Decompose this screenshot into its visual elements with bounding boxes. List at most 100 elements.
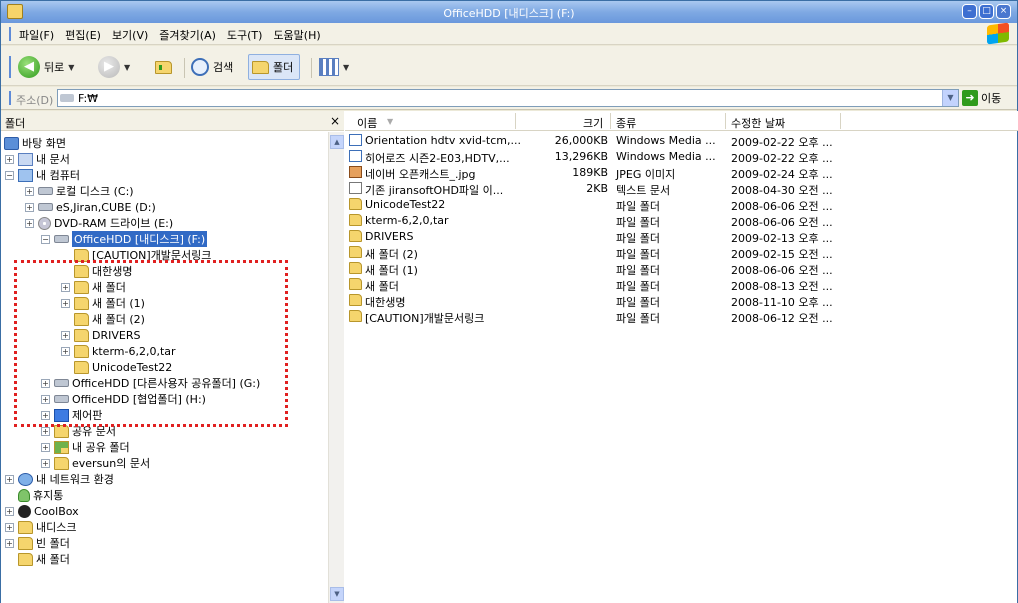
tree-item[interactable]: 새 폴더 xyxy=(5,551,70,567)
go-button[interactable]: ➜ 이동 xyxy=(962,90,1001,106)
tree-item[interactable]: + 내 문서 xyxy=(5,151,70,167)
tree-item[interactable]: + DVD-RAM 드라이브 (E:) xyxy=(25,215,173,231)
expand-icon[interactable]: + xyxy=(5,506,14,516)
coolbox-icon xyxy=(18,504,31,518)
menu-edit[interactable]: 편집(E) xyxy=(65,27,101,43)
expand-icon[interactable]: + xyxy=(41,442,50,452)
search-button[interactable]: 검색 xyxy=(191,54,233,80)
scroll-down-icon[interactable]: ▼ xyxy=(330,587,344,601)
tree-item[interactable]: + eversun의 문서 xyxy=(41,455,150,471)
file-row[interactable]: kterm-6,2,0,tar 파일 폴더 2008-06-06 오전 ... xyxy=(345,213,1018,229)
tree-item[interactable]: + 로컬 디스크 (C:) xyxy=(25,183,134,199)
tree-scrollbar[interactable]: ▲ ▼ xyxy=(328,132,344,603)
expand-icon[interactable]: + xyxy=(5,154,14,164)
file-row[interactable]: UnicodeTest22 파일 폴더 2008-06-06 오전 ... xyxy=(345,197,1018,213)
jpeg-file-icon xyxy=(349,166,362,178)
tree-item-label: 새 폴더 xyxy=(36,553,70,566)
tree-item-label: 휴지통 xyxy=(33,489,64,502)
file-name: [CAUTION]개발문서링크 xyxy=(365,312,485,325)
expand-icon[interactable]: + xyxy=(5,522,14,532)
tree-item[interactable]: 휴지통 xyxy=(5,487,63,503)
my-computer-icon xyxy=(18,168,33,182)
file-date: 2009-02-13 오후 ... xyxy=(731,232,833,245)
tree-item[interactable]: + 내디스크 xyxy=(5,519,76,535)
file-row[interactable]: Orientation hdtv xvid-tcm,... 26,000KB Win… xyxy=(345,133,1018,149)
file-row[interactable]: [CAUTION]개발문서링크 파일 폴더 2008-06-12 오전 ... xyxy=(345,309,1018,325)
menu-help[interactable]: 도움말(H) xyxy=(273,27,320,43)
file-row[interactable]: 새 폴더 (1) 파일 폴더 2008-06-06 오전 ... xyxy=(345,261,1018,277)
file-row[interactable]: DRIVERS 파일 폴더 2009-02-13 오후 ... xyxy=(345,229,1018,245)
file-type: 파일 폴더 xyxy=(616,248,660,261)
menu-view[interactable]: 보기(V) xyxy=(112,27,148,43)
menu-file[interactable]: 파일(F) xyxy=(19,27,54,43)
tree-item[interactable]: + CoolBox xyxy=(5,503,79,519)
file-row[interactable]: 기존 jiransoftOHD파일 이... 2KB 텍스트 문서 2008-04-3… xyxy=(345,181,1018,197)
back-arrow-icon: ◀ xyxy=(18,56,40,78)
folder-icon xyxy=(349,230,362,242)
folders-button[interactable]: 폴더 xyxy=(248,54,301,80)
up-folder-button[interactable] xyxy=(155,54,172,80)
tree-item-label: 내 컴퓨터 xyxy=(36,169,80,182)
forward-button[interactable]: ▶ ▼ xyxy=(98,54,130,80)
file-date: 2009-02-15 오전 ... xyxy=(731,248,833,261)
tree-item[interactable]: + 빈 폴더 xyxy=(5,535,70,551)
cd-drive-icon xyxy=(38,216,51,230)
menu-tools[interactable]: 도구(T) xyxy=(227,27,263,43)
tree-item[interactable]: − 내 컴퓨터 xyxy=(5,167,80,183)
tree-item[interactable]: + 내 네트워크 환경 xyxy=(5,471,114,487)
title-bar[interactable]: OfficeHDD [내디스크] (F:) – □ × xyxy=(1,1,1017,23)
back-button[interactable]: ◀ 뒤로 ▼ xyxy=(18,54,74,80)
collapse-icon[interactable]: − xyxy=(41,234,50,244)
tree-item[interactable]: + eS,Jiran,CUBE (D:) xyxy=(25,199,156,215)
file-size: 189KB xyxy=(572,166,608,179)
network-icon xyxy=(18,472,33,486)
expand-icon[interactable]: + xyxy=(41,458,50,468)
menu-grip xyxy=(9,27,11,41)
file-size: 13,296KB xyxy=(554,150,608,163)
folder-icon xyxy=(18,552,33,566)
maximize-button[interactable]: □ xyxy=(979,4,994,19)
expand-icon[interactable]: + xyxy=(5,538,14,548)
close-pane-icon[interactable]: × xyxy=(330,114,340,128)
column-name[interactable]: 이름 xyxy=(357,115,377,131)
file-type: 파일 폴더 xyxy=(616,312,660,325)
expand-icon[interactable]: + xyxy=(25,186,34,196)
file-date: 2008-11-10 오후 ... xyxy=(731,296,833,309)
tree-item[interactable]: 바탕 화면 xyxy=(4,135,66,151)
column-type[interactable]: 종류 xyxy=(616,115,636,131)
expand-icon[interactable]: + xyxy=(25,218,34,228)
address-field[interactable]: F:₩ ▼ xyxy=(57,89,959,107)
minimize-button[interactable]: – xyxy=(962,4,977,19)
views-button[interactable]: ▼ xyxy=(319,54,349,80)
address-dropdown-icon[interactable]: ▼ xyxy=(942,90,958,106)
column-date[interactable]: 수정한 날짜 xyxy=(731,115,785,131)
expand-icon[interactable]: + xyxy=(41,426,50,436)
close-button[interactable]: × xyxy=(996,4,1011,19)
file-date: 2009-02-22 오후 ... xyxy=(731,136,833,149)
column-divider[interactable] xyxy=(515,113,516,129)
file-name: 네이버 오픈캐스트_.jpg xyxy=(365,168,476,181)
tree-item-selected[interactable]: − OfficeHDD [내디스크] (F:) xyxy=(41,231,208,247)
scroll-up-icon[interactable]: ▲ xyxy=(330,135,344,149)
file-row[interactable]: 대한생명 파일 폴더 2008-11-10 오후 ... xyxy=(345,293,1018,309)
column-divider[interactable] xyxy=(725,113,726,129)
toolbar-grip xyxy=(9,56,11,78)
forward-dropdown-icon[interactable]: ▼ xyxy=(124,63,130,72)
menu-favorites[interactable]: 즐겨찾기(A) xyxy=(159,27,216,43)
column-divider[interactable] xyxy=(840,113,841,129)
file-row[interactable]: 네이버 오픈캐스트_.jpg 189KB JPEG 이미지 2009-02-24 오후… xyxy=(345,165,1018,181)
file-row[interactable]: 새 폴더 (2) 파일 폴더 2009-02-15 오전 ... xyxy=(345,245,1018,261)
column-divider[interactable] xyxy=(610,113,611,129)
file-row[interactable]: 새 폴더 파일 폴더 2008-08-13 오전 ... xyxy=(345,277,1018,293)
back-dropdown-icon[interactable]: ▼ xyxy=(68,63,74,72)
tree-item[interactable]: + 내 공유 폴더 xyxy=(41,439,130,455)
file-row[interactable]: 히어로즈 시즌2-E03,HDTV,... 13,296KB Windows Med… xyxy=(345,149,1018,165)
expand-icon[interactable]: + xyxy=(5,474,14,484)
address-path[interactable]: F:₩ xyxy=(78,92,98,105)
expand-icon[interactable]: + xyxy=(25,202,34,212)
file-name: 새 폴더 (2) xyxy=(365,248,418,261)
standard-toolbar: ◀ 뒤로 ▼ ▶ ▼ 검색 폴더 ▼ xyxy=(1,46,1017,86)
collapse-icon[interactable]: − xyxy=(5,170,14,180)
column-size[interactable]: 크기 xyxy=(583,115,603,131)
views-dropdown-icon[interactable]: ▼ xyxy=(343,63,349,72)
